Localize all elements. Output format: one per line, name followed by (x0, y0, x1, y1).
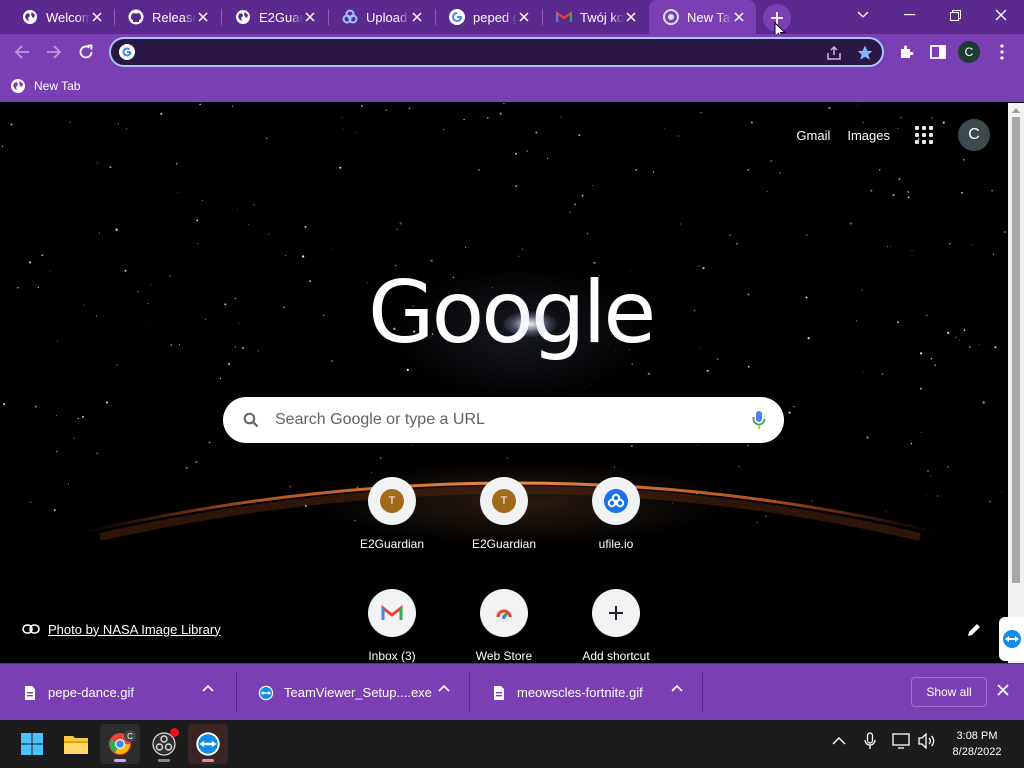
chevron-up-icon[interactable] (438, 684, 450, 692)
customize-pencil-icon[interactable] (966, 622, 982, 638)
ufile-icon (342, 9, 358, 25)
globe-icon (235, 9, 251, 25)
volume-icon[interactable] (918, 733, 936, 749)
chevron-up-icon[interactable] (202, 684, 214, 692)
close-tab-icon[interactable] (303, 9, 317, 25)
link-icon (22, 624, 40, 634)
shortcut-tile[interactable]: ufile.io (560, 477, 672, 589)
scroll-thumb[interactable] (1012, 117, 1020, 583)
close-tab-icon[interactable] (732, 9, 746, 25)
gmail-icon (556, 9, 572, 25)
shortcut-badge: T (380, 489, 404, 513)
windows-taskbar: C 3:08 PM 8/28/2022 (0, 720, 1024, 768)
sun-flare (503, 311, 557, 337)
minimize-button[interactable] (886, 0, 932, 30)
chrome-icon (663, 9, 679, 25)
share-icon[interactable] (826, 45, 842, 61)
close-downloads-icon[interactable] (997, 684, 1009, 696)
omnibox-input[interactable] (145, 41, 785, 63)
search-icon (243, 412, 259, 428)
ufile-icon (604, 489, 628, 513)
downloads-shelf: pepe-dance.gif TeamViewer_Setup....exe m… (0, 663, 1024, 720)
close-tab-icon[interactable] (410, 9, 424, 25)
restore-button[interactable] (932, 0, 978, 30)
tab-e2guardian[interactable]: E2Guardian (221, 0, 327, 34)
shortcut-tile[interactable]: T E2Guardian (336, 477, 448, 589)
google-icon (449, 9, 465, 25)
photo-attribution[interactable]: Photo by NASA Image Library (22, 619, 221, 639)
google-icon (119, 44, 135, 60)
google-logo: Google (368, 263, 656, 363)
teamviewer-icon (258, 685, 274, 701)
back-button[interactable] (8, 38, 36, 66)
close-tab-icon[interactable] (196, 9, 210, 25)
chevron-up-icon[interactable] (671, 684, 683, 692)
account-avatar[interactable]: C (958, 119, 990, 151)
close-tab-icon[interactable] (517, 9, 531, 25)
file-icon (491, 685, 507, 701)
github-icon (128, 9, 144, 25)
globe-icon (10, 78, 26, 94)
tab-peped[interactable]: peped g (435, 0, 541, 34)
tab-welcome[interactable]: Welcome (8, 0, 114, 34)
webstore-icon (493, 603, 515, 623)
images-link[interactable]: Images (847, 128, 890, 143)
forward-button[interactable] (40, 38, 68, 66)
bookmark-star-icon[interactable] (856, 44, 874, 62)
scroll-up-arrow-icon[interactable] (1012, 107, 1020, 113)
tab-upload[interactable]: Upload (328, 0, 434, 34)
windows-start-icon[interactable] (12, 724, 52, 764)
gmail-icon (381, 605, 403, 621)
bookmark-new-tab[interactable]: New Tab (10, 76, 80, 96)
teamviewer-icon[interactable] (188, 724, 228, 764)
download-item[interactable]: meowscles-fortnite.gif (469, 664, 701, 721)
tab-twoj-ko[interactable]: Twój ko (542, 0, 648, 34)
close-tab-icon[interactable] (90, 9, 104, 25)
close-window-button[interactable] (978, 0, 1024, 30)
toolbar: C (0, 34, 1024, 70)
profile-button[interactable]: C (958, 41, 980, 63)
top-links: Gmail Images C (796, 117, 990, 153)
chevron-up-icon[interactable] (832, 736, 846, 746)
profile-badge: C (124, 730, 136, 742)
download-item[interactable]: TeamViewer_Setup....exe (236, 664, 468, 721)
gmail-link[interactable]: Gmail (796, 128, 830, 143)
network-icon[interactable] (892, 733, 910, 749)
bookmarks-bar: New Tab (0, 70, 1024, 102)
vertical-scrollbar[interactable] (1008, 103, 1024, 663)
recording-dot (170, 728, 179, 737)
globe-icon (22, 9, 38, 25)
show-all-button[interactable]: Show all (911, 677, 987, 707)
shortcut-tile[interactable]: T E2Guardian (448, 477, 560, 589)
clock[interactable]: 3:08 PM 8/28/2022 (938, 728, 1016, 760)
shortcut-badge: T (492, 489, 516, 513)
reload-button[interactable] (72, 38, 100, 66)
omnibox[interactable] (109, 37, 884, 67)
side-panel-icon[interactable] (924, 38, 952, 66)
shortcut-tile[interactable]: Web Store (448, 589, 560, 663)
menu-icon[interactable] (988, 38, 1016, 66)
shortcut-tile[interactable]: Inbox (3) (336, 589, 448, 663)
file-icon (22, 685, 38, 701)
tab-search-button[interactable] (840, 0, 886, 30)
download-item[interactable]: pepe-dance.gif (0, 664, 232, 721)
search-box[interactable] (223, 397, 784, 443)
extensions-icon[interactable] (892, 38, 920, 66)
obs-icon[interactable] (144, 724, 184, 764)
add-shortcut-tile[interactable]: Add shortcut (560, 589, 672, 663)
close-tab-icon[interactable] (624, 9, 638, 25)
search-input[interactable] (275, 409, 725, 431)
chrome-icon[interactable]: C (100, 724, 140, 764)
plus-icon (608, 605, 624, 621)
tab-release[interactable]: Release (114, 0, 220, 34)
tab-strip: Welcome Release E2Guardian Upload peped … (0, 0, 1024, 40)
teamviewer-floating-icon[interactable] (999, 617, 1024, 661)
google-apps-icon[interactable] (912, 123, 936, 147)
file-explorer-icon[interactable] (56, 724, 96, 764)
tab-new-tab[interactable]: New Tab (649, 0, 756, 34)
microphone-icon[interactable] (864, 732, 876, 750)
new-tab-page: Gmail Images C Google T E2Guardian T E2G… (0, 103, 1008, 663)
microphone-icon[interactable] (752, 410, 766, 430)
